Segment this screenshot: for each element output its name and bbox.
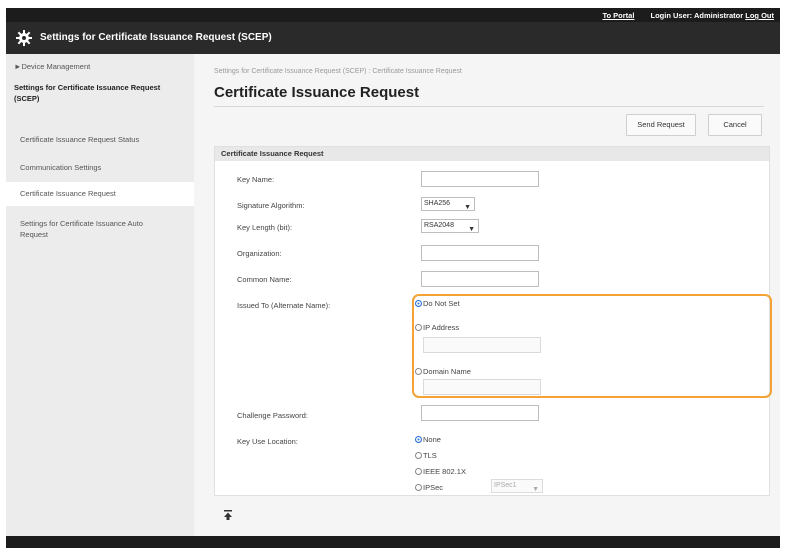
ipsec-select[interactable]: IPSec1 ▼	[491, 479, 543, 493]
send-request-button[interactable]: Send Request	[626, 114, 696, 136]
cancel-button[interactable]: Cancel	[708, 114, 762, 136]
common-name-label: Common Name:	[237, 275, 292, 284]
radio-key-use-none[interactable]: None	[415, 435, 441, 444]
device-management-label: Device Management	[21, 62, 91, 71]
challenge-password-label: Challenge Password:	[237, 411, 308, 420]
sidebar-item-communication-settings[interactable]: Communication Settings	[20, 162, 180, 173]
key-length-select[interactable]: RSA2048 ▼	[421, 219, 479, 233]
highlight-box	[412, 294, 772, 398]
app-window: To Portal Login User: Administrator Log …	[6, 8, 780, 548]
challenge-password-input[interactable]	[421, 405, 539, 421]
top-links: To Portal Login User: Administrator Log …	[602, 11, 774, 20]
radio-key-use-ieee[interactable]: IEEE 802.1X	[415, 467, 466, 476]
key-name-label: Key Name:	[237, 175, 275, 184]
sidebar-item-certificate-request-selected[interactable]: Certificate Issuance Request	[6, 182, 194, 206]
signature-algorithm-select[interactable]: SHA256 ▼	[421, 197, 475, 211]
dropdown-arrow-icon: ▼	[532, 486, 539, 493]
dropdown-arrow-icon: ▼	[468, 226, 475, 233]
divider	[214, 106, 764, 107]
sidebar-device-management[interactable]: ►Device Management	[14, 62, 194, 71]
top-bar: To Portal Login User: Administrator Log …	[6, 8, 780, 22]
scroll-to-top-icon[interactable]	[224, 510, 232, 520]
main-content: Settings for Certificate Issuance Reques…	[194, 54, 780, 536]
radio-key-use-ipsec[interactable]: IPSec	[415, 483, 443, 492]
organization-input[interactable]	[421, 245, 539, 261]
radio-selected-icon	[415, 436, 422, 443]
dropdown-arrow-icon: ▼	[464, 204, 471, 211]
key-use-location-label: Key Use Location:	[237, 437, 298, 446]
page-title: Certificate Issuance Request	[214, 84, 420, 101]
radio-unselected-icon	[415, 452, 422, 459]
panel-title: Certificate Issuance Request	[215, 147, 769, 161]
footer-bar	[6, 536, 780, 548]
to-portal-link[interactable]: To Portal	[602, 11, 634, 20]
breadcrumb: Settings for Certificate Issuance Reques…	[214, 68, 462, 75]
sidebar: ►Device Management Settings for Certific…	[6, 54, 194, 536]
sidebar-item-label: Certificate Issuance Request	[20, 189, 116, 198]
sidebar-item-request-status[interactable]: Certificate Issuance Request Status	[20, 134, 180, 145]
key-name-input[interactable]	[421, 171, 539, 187]
issued-to-label: Issued To (Alternate Name):	[237, 301, 331, 310]
title-bar: Settings for Certificate Issuance Reques…	[6, 22, 780, 54]
radio-key-use-tls[interactable]: TLS	[415, 451, 437, 460]
radio-unselected-icon	[415, 468, 422, 475]
login-user-label: Login User: Administrator	[650, 11, 744, 20]
common-name-input[interactable]	[421, 271, 539, 287]
organization-label: Organization:	[237, 249, 282, 258]
logout-link[interactable]: Log Out	[745, 11, 774, 20]
gear-icon	[16, 30, 32, 46]
sidebar-item-auto-request[interactable]: Settings for Certificate Issuance Auto R…	[20, 218, 170, 240]
sidebar-current-section: Settings for Certificate Issuance Reques…	[14, 83, 161, 103]
signature-algorithm-label: Signature Algorithm:	[237, 201, 305, 210]
radio-unselected-icon	[415, 484, 422, 491]
key-length-label: Key Length (bit):	[237, 223, 293, 232]
app-title: Settings for Certificate Issuance Reques…	[40, 32, 272, 43]
